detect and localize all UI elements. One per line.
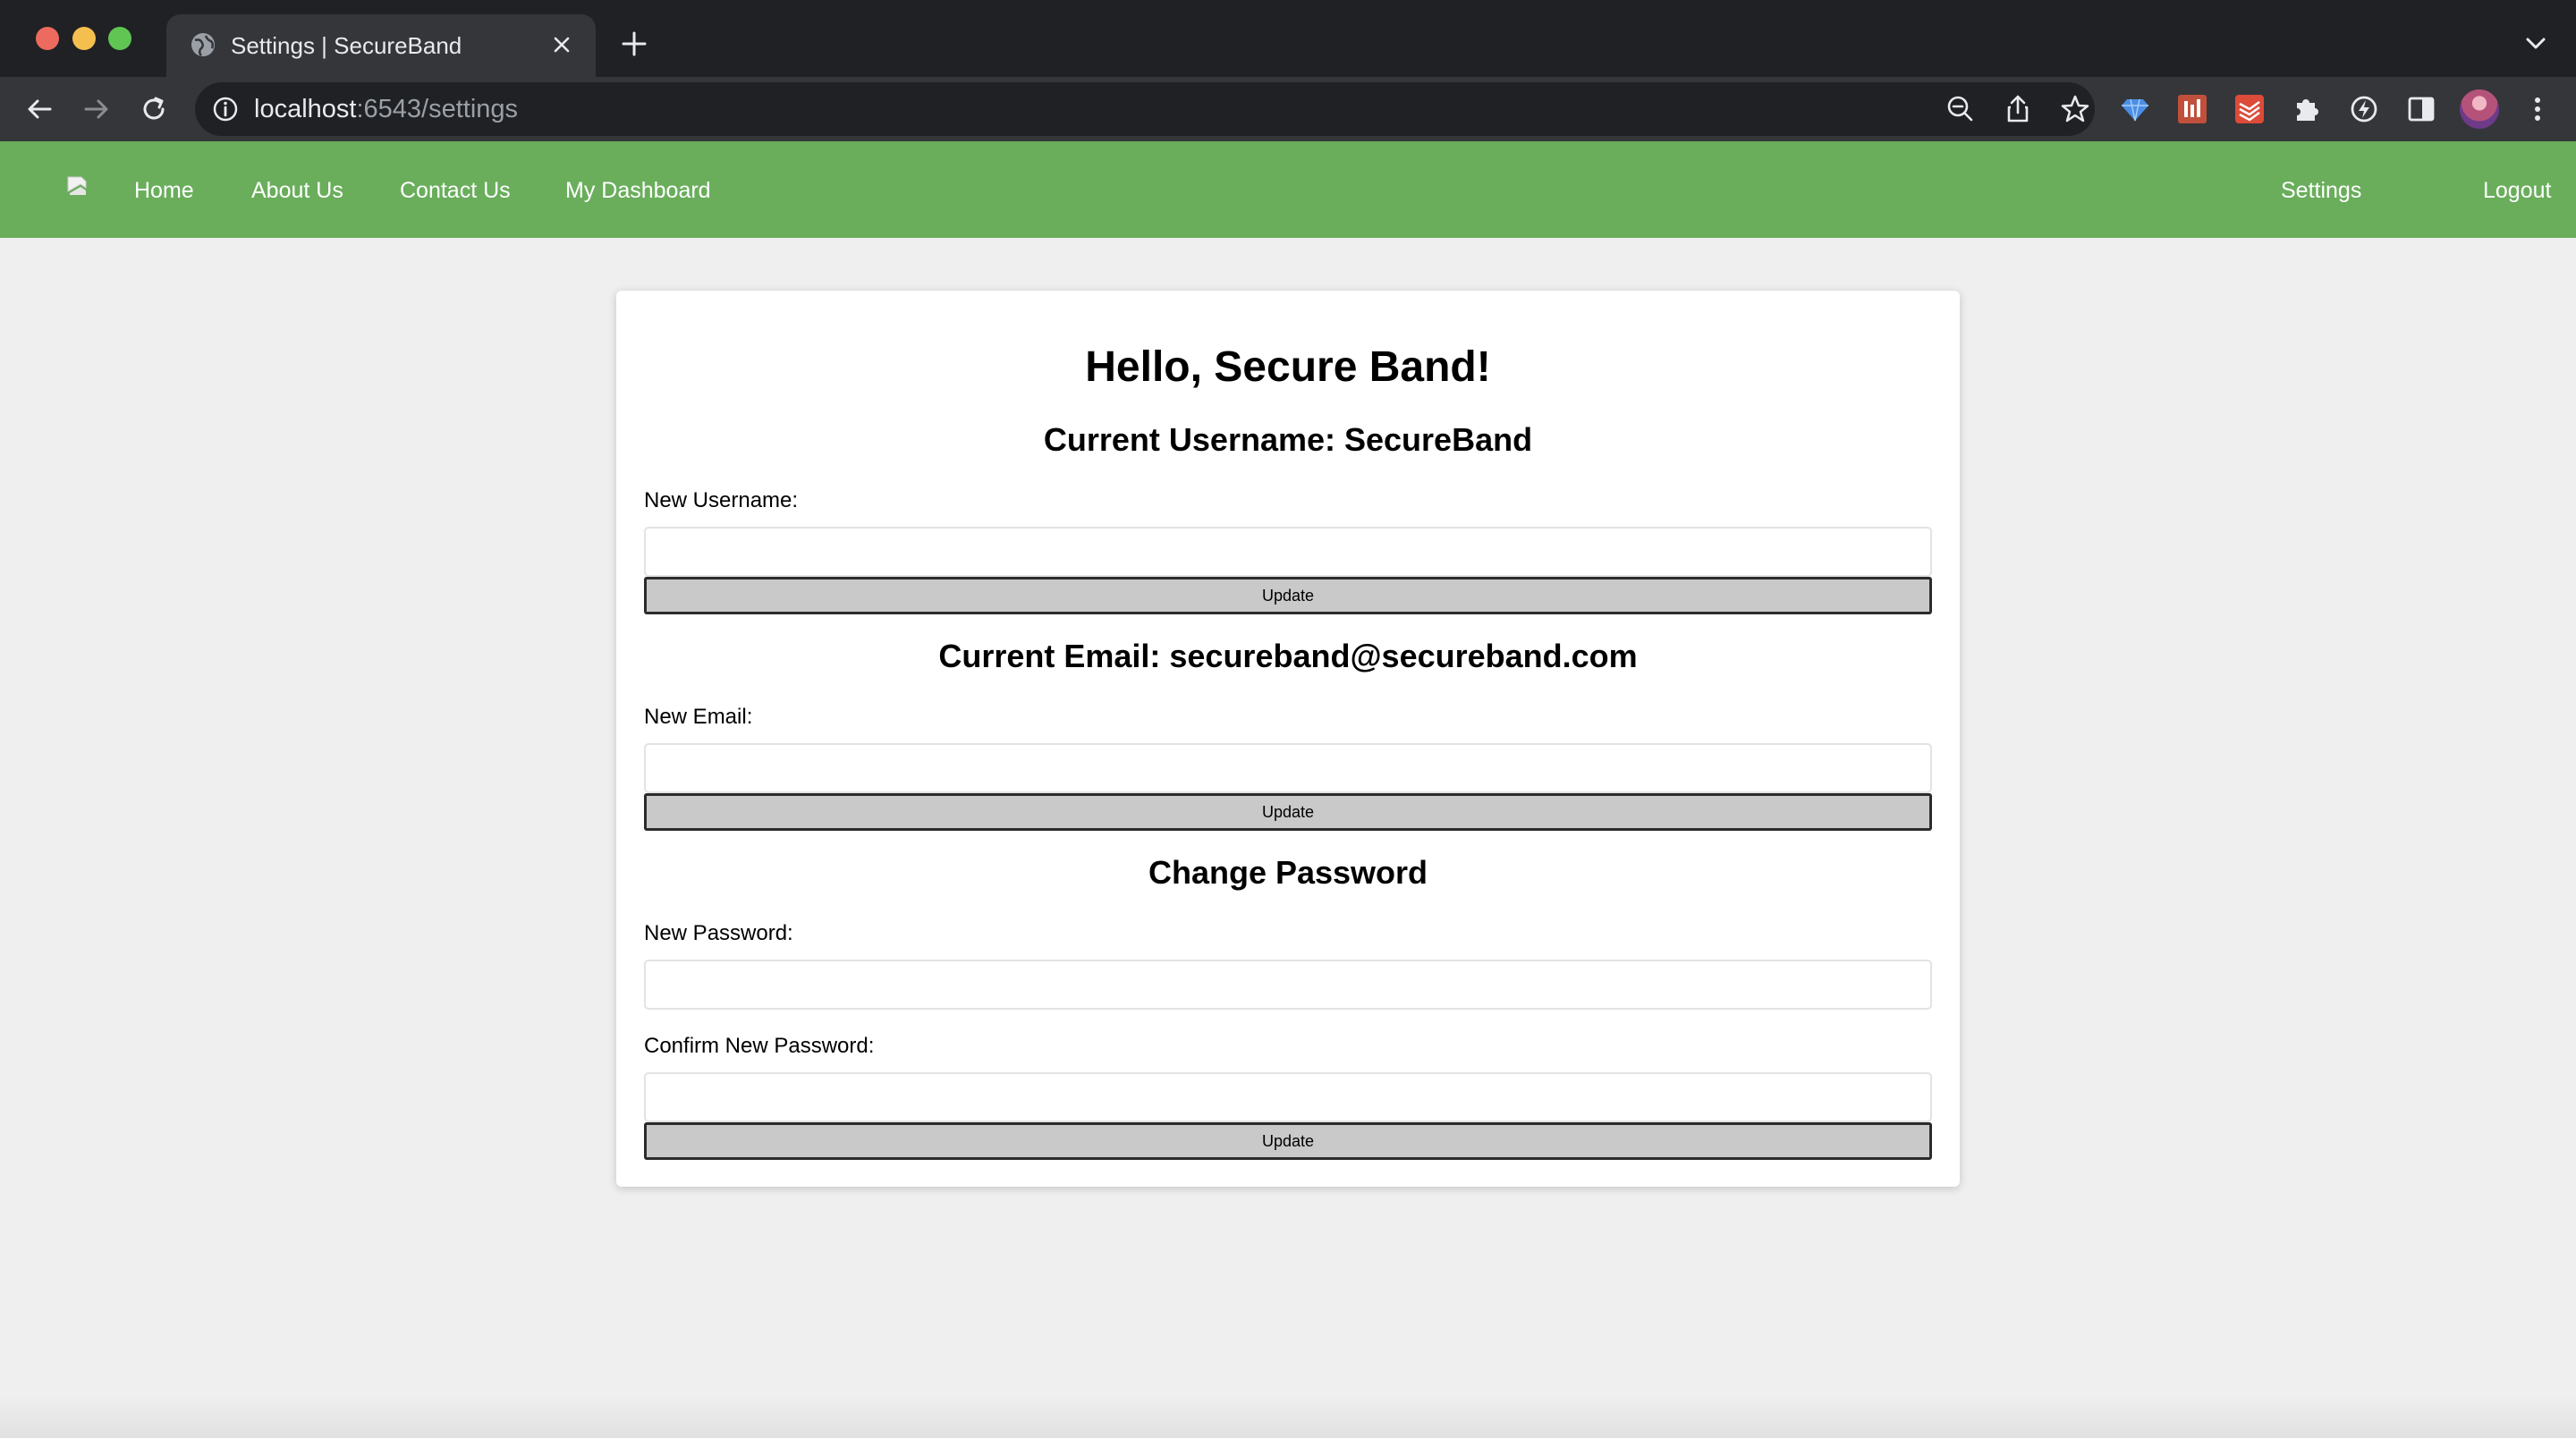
broken-image-logo-icon[interactable] <box>66 175 88 197</box>
confirm-password-label: Confirm New Password: <box>644 1034 875 1058</box>
zoom-out-icon[interactable] <box>1945 93 1977 125</box>
new-password-input[interactable] <box>644 960 1932 1010</box>
update-password-button[interactable]: Update <box>644 1122 1932 1160</box>
current-username-heading: Current Username: SecureBand <box>1043 421 1533 458</box>
nav-settings-link[interactable]: Settings <box>2281 175 2361 206</box>
address-bar[interactable]: localhost:6543/settings <box>195 82 2095 136</box>
window-minimize-button[interactable] <box>72 27 96 50</box>
nav-home-link[interactable]: Home <box>134 175 194 206</box>
nav-contact-link[interactable]: Contact Us <box>400 175 511 206</box>
browser-tab-active[interactable]: Settings | SecureBand <box>166 14 596 77</box>
update-username-button[interactable]: Update <box>644 577 1932 614</box>
new-tab-plus-icon[interactable] <box>619 29 649 59</box>
profile-avatar[interactable] <box>2460 89 2499 129</box>
diamond-extension-icon[interactable] <box>2118 92 2152 126</box>
url-text: localhost:6543/settings <box>254 95 519 123</box>
window-close-button[interactable] <box>36 27 59 50</box>
todoist-extension-icon[interactable] <box>2233 92 2267 126</box>
close-icon[interactable] <box>549 32 574 57</box>
new-username-input[interactable] <box>644 527 1932 577</box>
reload-icon[interactable] <box>138 93 170 125</box>
nav-logout-link[interactable]: Logout <box>2483 175 2551 206</box>
window-zoom-button[interactable] <box>108 27 131 50</box>
globe-icon <box>191 33 215 56</box>
settings-card: Hello, Secure Band! Current Username: Se… <box>616 291 1960 1187</box>
update-email-button[interactable]: Update <box>644 793 1932 831</box>
new-email-input[interactable] <box>644 743 1932 793</box>
new-password-label: New Password: <box>644 921 793 945</box>
site-navbar: Home About Us Contact Us My Dashboard Se… <box>0 141 2576 238</box>
chevron-down-icon[interactable] <box>2522 32 2549 55</box>
forward-arrow-icon[interactable] <box>80 93 113 125</box>
nav-about-link[interactable]: About Us <box>251 175 343 206</box>
back-arrow-icon[interactable] <box>23 93 55 125</box>
greeting-heading: Hello, Secure Band! <box>1085 343 1491 391</box>
new-username-label: New Username: <box>644 488 799 512</box>
page-bottom-shadow <box>0 1395 2576 1438</box>
browser-titlebar: Settings | SecureBand <box>0 0 2576 77</box>
info-icon[interactable] <box>211 95 240 123</box>
tab-title: Settings | SecureBand <box>231 32 462 59</box>
confirm-password-input[interactable] <box>644 1072 1932 1122</box>
change-password-heading: Change Password <box>1148 854 1428 891</box>
current-email-heading: Current Email: secureband@secureband.com <box>938 638 1638 674</box>
share-icon[interactable] <box>2002 93 2034 125</box>
puzzle-extensions-icon[interactable] <box>2290 92 2324 126</box>
more-menu-icon[interactable] <box>2521 92 2555 126</box>
bolt-circle-icon[interactable] <box>2347 92 2381 126</box>
browser-toolbar: localhost:6543/settings <box>0 77 2576 141</box>
chart-extension-icon[interactable] <box>2175 92 2209 126</box>
bookmark-star-icon[interactable] <box>2059 93 2091 125</box>
nav-dashboard-link[interactable]: My Dashboard <box>565 175 711 206</box>
side-panel-icon[interactable] <box>2404 92 2438 126</box>
new-email-label: New Email: <box>644 705 753 729</box>
